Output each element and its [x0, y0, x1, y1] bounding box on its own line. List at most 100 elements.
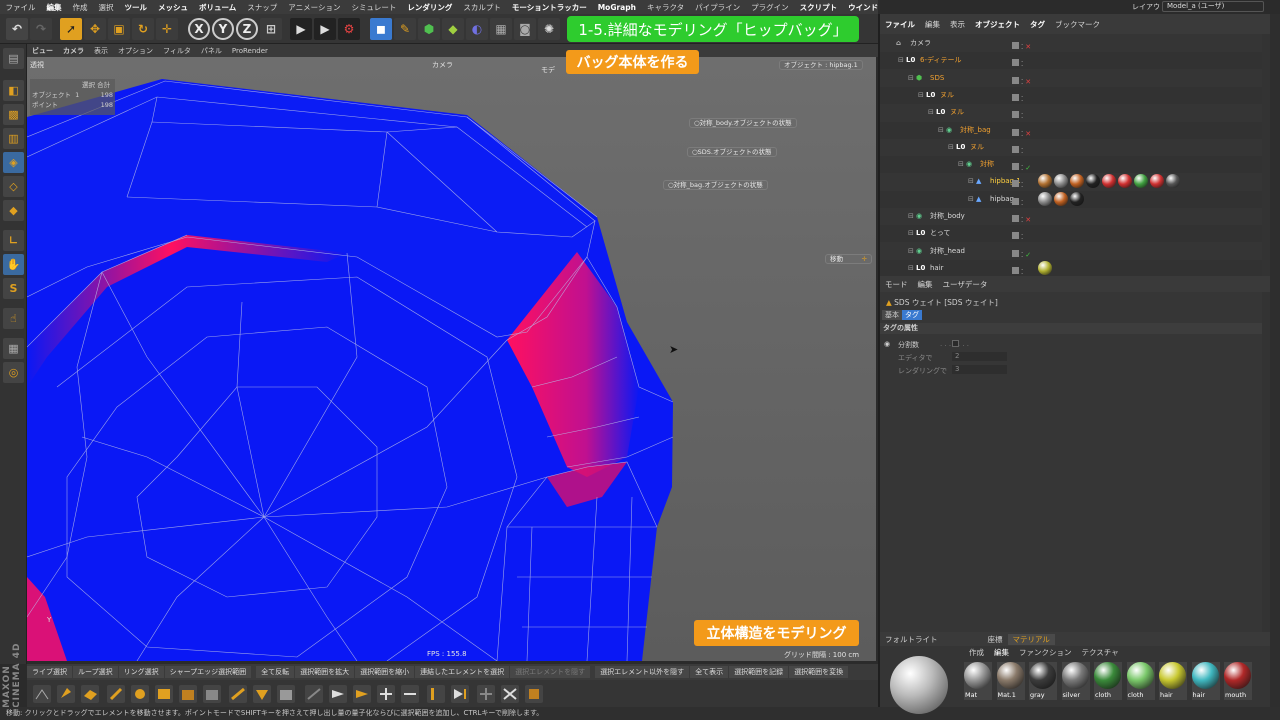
menu-item[interactable]: 作成 — [67, 2, 93, 13]
object-flags[interactable]: ⁚ — [1012, 108, 1034, 120]
expand-icon[interactable]: ⊟ — [948, 139, 954, 156]
tab-coordinates[interactable]: 座標 — [983, 634, 1008, 645]
object-flags[interactable]: ⁚ ✕ — [1012, 212, 1034, 224]
material-item[interactable]: mouth — [1224, 662, 1252, 700]
object-row[interactable]: ◉ ⊟ 対称_body ⁚ ✕ — [880, 208, 1262, 225]
viewport[interactable]: 透視 カメラ モデ オブジェクト : hipbag.1 選択 合計 オブジェクト… — [27, 57, 876, 661]
tab-tag[interactable]: タグ — [902, 310, 922, 320]
object-flags[interactable]: ⁚ — [1012, 91, 1034, 103]
menu-item[interactable]: シミュレート — [346, 2, 402, 13]
viewport-menu-item[interactable]: オプション — [113, 46, 158, 56]
menu-item[interactable]: ツール — [119, 2, 153, 13]
material-item[interactable]: silver — [1061, 662, 1090, 700]
viewport-menu-item[interactable]: カメラ — [58, 46, 89, 56]
expand-icon[interactable]: ⊟ — [908, 70, 914, 87]
attribute-menu-item[interactable]: モード — [880, 279, 913, 290]
selection-command[interactable]: 選択範囲を記録 — [729, 666, 789, 678]
expand-icon[interactable]: ⊟ — [968, 173, 974, 190]
viewport-menu-item[interactable]: パネル — [196, 46, 227, 56]
object-flags[interactable]: ⁚ — [1012, 143, 1034, 155]
expand-icon[interactable]: ⊟ — [908, 243, 914, 260]
tab-materials[interactable]: マテリアル — [1007, 633, 1055, 645]
menu-item[interactable]: メッシュ — [153, 2, 194, 13]
selection-command[interactable]: リング選択 — [118, 666, 164, 678]
object-manager-menu-item[interactable]: 編集 — [920, 19, 945, 30]
object-row[interactable]: L0 ⊟ hair ⁚ — [880, 259, 1262, 276]
floor-icon[interactable]: ▦ — [490, 18, 512, 40]
tag-icon[interactable] — [1150, 174, 1164, 189]
points-mode-icon[interactable]: ◈ — [3, 152, 24, 173]
selection-command[interactable]: ループ選択 — [73, 666, 118, 678]
object-manager-menu-item[interactable]: ファイル — [880, 19, 920, 30]
bottom-tool-icons[interactable] — [27, 680, 878, 707]
expand-icon[interactable]: ⊟ — [908, 225, 914, 242]
menu-item[interactable]: ボリューム — [194, 2, 242, 13]
object-row[interactable]: L0 ⊟ 6-ディテール ⁚ — [880, 52, 1262, 70]
object-row[interactable]: ◉ ⊟ 対称_head ⁚ ✓ — [880, 243, 1262, 260]
tag-icon[interactable] — [1134, 174, 1148, 189]
subdivisions-radio-icon[interactable]: ◉ — [884, 340, 890, 348]
tag-icon[interactable] — [1038, 260, 1052, 275]
enabled-icon[interactable]: ✓ — [1025, 164, 1031, 172]
model-mode-icon[interactable]: ◧ — [3, 80, 24, 101]
object-flags[interactable]: ⁚ ✓ — [1012, 247, 1034, 259]
tweak-mode-icon[interactable]: ✋ — [3, 254, 24, 275]
object-row[interactable]: ◉ ⊟ 対称 ⁚ ✓ — [880, 156, 1262, 174]
expand-icon[interactable]: ⊟ — [928, 104, 934, 121]
expand-icon[interactable]: ⊟ — [908, 260, 914, 276]
disabled-icon[interactable]: ✕ — [1025, 216, 1031, 224]
menu-item[interactable]: モーショントラッカー — [506, 2, 592, 13]
object-row[interactable]: L0 ⊟ とって ⁚ — [880, 225, 1262, 243]
light-icon[interactable]: ✺ — [538, 18, 560, 40]
object-row[interactable]: ⬢ ⊟ SDS ⁚ ✕ — [880, 70, 1262, 87]
menu-item[interactable]: 編集 — [41, 2, 67, 13]
tag-icon[interactable] — [1038, 191, 1052, 206]
disabled-icon[interactable]: ✕ — [1025, 43, 1031, 51]
object-row[interactable]: ◉ ⊟ 対称_bag ⁚ ✕ — [880, 121, 1262, 139]
object-row[interactable]: L0 ⊟ ヌル ⁚ — [880, 139, 1262, 156]
expand-icon[interactable]: ⊟ — [968, 191, 974, 208]
tag-icon[interactable] — [1086, 174, 1100, 189]
object-manager-menu-item[interactable]: 表示 — [945, 19, 970, 30]
tag-icon[interactable] — [1070, 174, 1084, 189]
object-flags[interactable]: ⁚ ✓ — [1012, 160, 1034, 172]
selection-command[interactable]: 選択エレメント以外を隠す — [595, 666, 690, 678]
editor-value-field[interactable]: 2 — [952, 352, 1007, 361]
material-item[interactable]: cloth — [1094, 662, 1122, 700]
object-flags[interactable]: ⁚ ✕ — [1012, 39, 1034, 51]
object-flags[interactable]: ⁚ ✕ — [1012, 74, 1034, 86]
attribute-menu-item[interactable]: ユーザデータ — [938, 279, 993, 290]
tab-default-light[interactable]: フォルトライト — [880, 634, 943, 645]
undo-icon[interactable]: ↶ — [6, 18, 28, 40]
object-manager-menu-item[interactable]: ブックマーク — [1050, 19, 1105, 30]
tag-icon[interactable] — [1038, 174, 1052, 189]
menu-item[interactable]: 選択 — [93, 2, 119, 13]
object-row[interactable]: L0 ⊟ ヌル ⁚ — [880, 86, 1262, 104]
edit-mode-icon[interactable]: ▤ — [3, 48, 24, 69]
menu-item[interactable]: ウインドウ — [843, 2, 878, 13]
object-row[interactable]: ▲ ⊟ hipbag ⁚ — [880, 190, 1262, 208]
selection-command[interactable]: 選択エレメントを隠す — [510, 666, 591, 678]
viewport-menu-item[interactable]: ProRender — [227, 47, 273, 55]
menu-item[interactable]: パイプライン — [690, 2, 746, 13]
material-item[interactable]: Mat.1 — [996, 662, 1025, 700]
texture-mode-icon[interactable]: ▩ — [3, 104, 24, 125]
subdivisions-checkbox[interactable] — [952, 340, 959, 347]
planar-workplane-icon[interactable]: ◎ — [3, 362, 24, 383]
polygons-mode-icon[interactable]: ◆ — [3, 200, 24, 221]
snap-icon[interactable]: S — [3, 278, 24, 299]
expand-icon[interactable]: ⊟ — [918, 87, 924, 104]
y-axis-icon[interactable]: Y — [212, 18, 234, 40]
menu-item[interactable]: アニメーション — [283, 2, 346, 13]
viewport-menu-item[interactable]: ビュー — [27, 46, 58, 56]
object-flags[interactable]: ⁚ — [1012, 264, 1034, 276]
x-axis-icon[interactable]: X — [188, 18, 210, 40]
expand-icon[interactable]: ⊟ — [938, 122, 944, 139]
menu-item[interactable]: スナップ — [242, 2, 283, 13]
tag-icon[interactable] — [1054, 191, 1068, 206]
selection-command[interactable]: ライブ選択 — [27, 666, 72, 678]
material-item[interactable]: hair — [1159, 662, 1187, 700]
array-icon[interactable]: ◆ — [442, 18, 464, 40]
object-flags[interactable]: ⁚ — [1012, 195, 1034, 207]
disabled-icon[interactable]: ✕ — [1025, 130, 1031, 138]
